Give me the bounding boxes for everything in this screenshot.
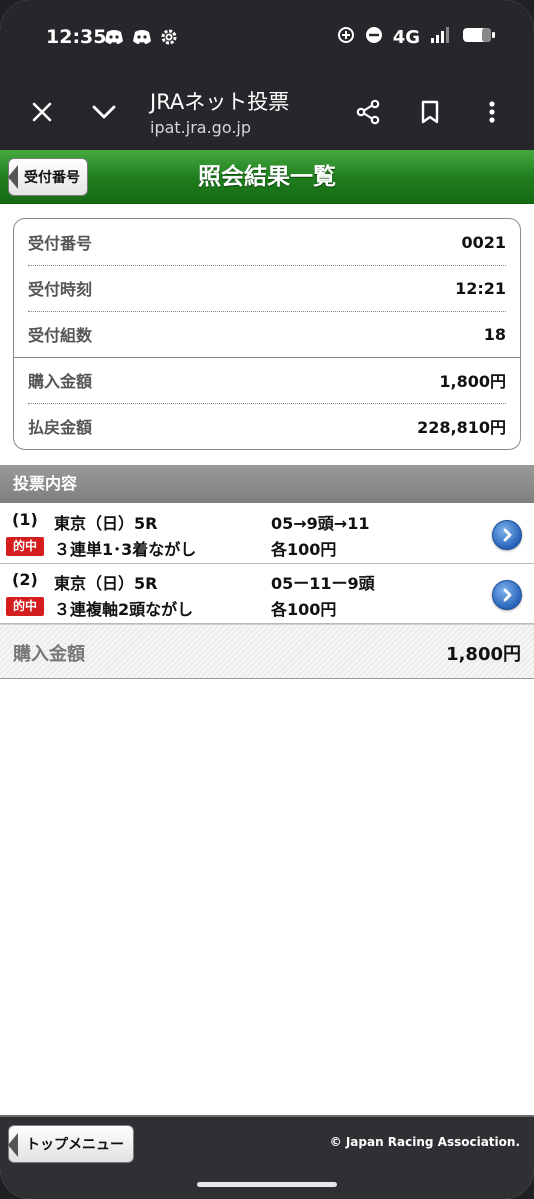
bet-amount: 各100円 (271, 600, 337, 619)
back-button[interactable]: 受付番号 (8, 158, 88, 196)
bet-list-item[interactable]: (2) 東京（日）5R 05ー11ー9頭 的中 ３連複軸2頭ながし 各100円 (0, 564, 534, 624)
summary-value: 228,810円 (417, 418, 506, 437)
chevron-right-icon[interactable] (492, 580, 522, 610)
system-icons: 4G (337, 26, 496, 49)
summary-label: 払戻金額 (28, 418, 93, 437)
summary-value: 0021 (461, 232, 506, 252)
bet-race: 東京（日）5R (54, 514, 158, 533)
bet-index: (1) (12, 510, 38, 529)
notification-icons (104, 28, 180, 46)
do-not-disturb-icon (365, 26, 383, 49)
summary-row-payout-amount: 払戻金額 228,810円 (28, 403, 506, 449)
summary-label: 受付組数 (28, 326, 93, 345)
hit-badge: 的中 (6, 537, 44, 556)
total-row: 購入金額 1,800円 (0, 624, 534, 679)
gear-icon (160, 28, 180, 46)
bet-amount: 各100円 (271, 540, 337, 559)
top-menu-button[interactable]: トップメニュー (8, 1125, 134, 1163)
browser-url[interactable]: ipat.jra.go.jp (150, 118, 251, 137)
home-gesture-handle[interactable] (197, 1182, 337, 1187)
summary-value: 18 (483, 324, 506, 344)
browser-toolbar: JRAネット投票 ipat.jra.go.jp (0, 74, 534, 150)
summary-row-receipt-number: 受付番号 0021 (28, 219, 506, 265)
close-icon[interactable] (22, 92, 62, 132)
bets-section-header: 投票内容 (0, 465, 534, 503)
copyright-text: © Japan Racing Association. (329, 1135, 520, 1149)
status-time: 12:35 (46, 26, 107, 48)
more-vert-icon[interactable] (472, 92, 512, 132)
bet-combination: 05ー11ー9頭 (271, 574, 375, 593)
status-bar: 12:35 4G (0, 0, 534, 74)
chevron-right-icon[interactable] (492, 520, 522, 550)
data-saver-icon (337, 26, 355, 49)
hit-badge: 的中 (6, 597, 44, 616)
share-icon[interactable] (348, 92, 388, 132)
bet-race: 東京（日）5R (54, 574, 158, 593)
bet-type: ３連単1･3着ながし (54, 540, 197, 559)
bet-list-item[interactable]: (1) 東京（日）5R 05→9頭→11 的中 ３連単1･3着ながし 各100円 (0, 504, 534, 564)
summary-label: 受付時刻 (28, 280, 93, 299)
summary-value: 12:21 (455, 278, 506, 298)
summary-value: 1,800円 (439, 372, 506, 391)
summary-card: 受付番号 0021 受付時刻 12:21 受付組数 18 購入金額 1,800円… (13, 218, 521, 450)
chevron-down-icon[interactable] (84, 92, 124, 132)
page-header: 照会結果一覧 受付番号 (0, 150, 534, 204)
summary-row-receipt-time: 受付時刻 12:21 (28, 265, 506, 311)
bet-combination: 05→9頭→11 (271, 514, 370, 533)
phone-screen: 12:35 4G JRAネット投票 ipat.jra.go.jp 照会結果一覧 … (0, 0, 534, 1199)
browser-title: JRAネット投票 (150, 90, 290, 114)
page-footer: トップメニュー © Japan Racing Association. (0, 1115, 534, 1167)
bet-index: (2) (12, 570, 38, 589)
summary-label: 購入金額 (28, 372, 93, 391)
bookmark-icon[interactable] (410, 92, 450, 132)
discord-icon (132, 28, 152, 46)
total-label: 購入金額 (13, 644, 85, 665)
summary-label: 受付番号 (28, 234, 93, 253)
discord-icon (104, 28, 124, 46)
battery-icon (462, 26, 496, 49)
bet-type: ３連複軸2頭ながし (54, 600, 194, 619)
total-value: 1,800円 (446, 644, 521, 665)
system-nav-bar (0, 1167, 534, 1199)
signal-icon (430, 26, 452, 49)
network-type: 4G (392, 27, 420, 48)
summary-row-purchase-amount: 購入金額 1,800円 (28, 357, 506, 403)
summary-row-set-count: 受付組数 18 (28, 311, 506, 357)
